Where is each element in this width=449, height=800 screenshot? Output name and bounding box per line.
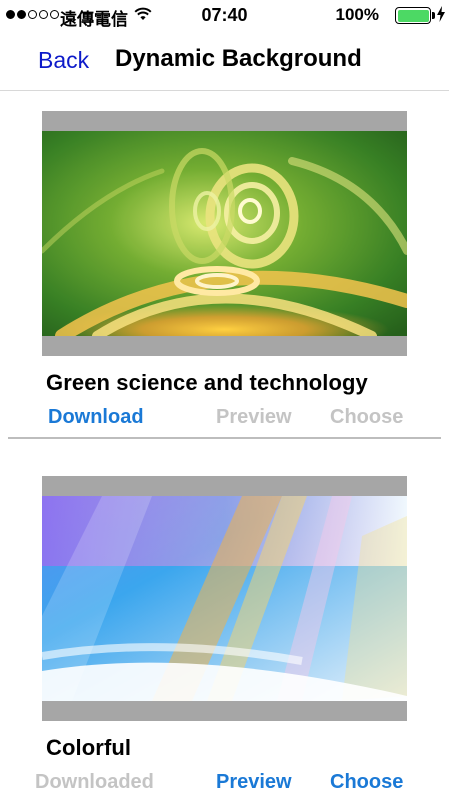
item-divider xyxy=(8,437,441,439)
preview-button[interactable]: Preview xyxy=(216,406,292,429)
download-button[interactable]: Download xyxy=(48,406,144,429)
downloaded-status: Downloaded xyxy=(35,771,154,793)
choose-button[interactable]: Choose xyxy=(330,771,403,794)
wallpaper-preview-image xyxy=(42,131,407,336)
wallpaper-thumbnail-colorful[interactable] xyxy=(42,476,407,721)
wallpaper-title: Colorful xyxy=(46,735,132,760)
battery-tip xyxy=(432,12,435,19)
back-button[interactable]: Back xyxy=(38,47,89,74)
wallpaper-title: Green science and technology xyxy=(46,370,368,395)
battery-percentage: 100% xyxy=(335,5,379,24)
choose-button[interactable]: Choose xyxy=(330,406,403,429)
clock: 07:40 xyxy=(201,5,248,25)
status-bar: 遠傳電信 07:40 100% xyxy=(0,0,449,32)
preview-button[interactable]: Preview xyxy=(216,771,292,794)
battery-icon xyxy=(395,7,431,24)
charging-bolt-icon xyxy=(436,6,446,27)
navigation-bar: Back Dynamic Background xyxy=(0,32,449,91)
page-title: Dynamic Background xyxy=(115,45,362,72)
wallpaper-preview-image xyxy=(42,496,407,701)
wallpaper-thumbnail-green[interactable] xyxy=(42,111,407,356)
